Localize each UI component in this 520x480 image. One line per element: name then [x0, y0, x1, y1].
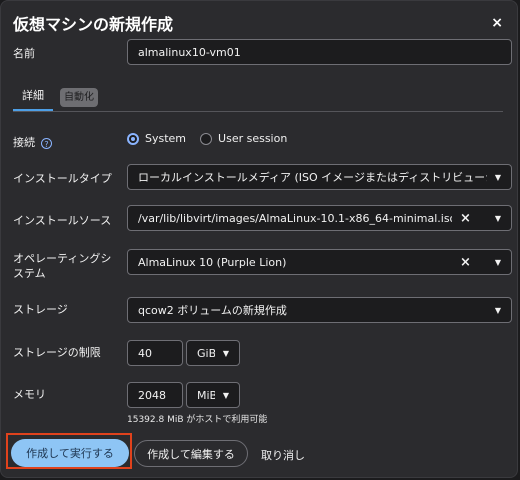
- install-type-value: ローカルインストールメディア (ISO イメージまたはディストリビューションイ…: [138, 171, 487, 184]
- memory-input[interactable]: 2048: [127, 382, 183, 408]
- tab-bar: 詳細 自動化: [13, 85, 503, 112]
- chevron-down-icon: ▼: [222, 348, 229, 358]
- os-value: AlmaLinux 10 (Purple Lion): [138, 255, 287, 269]
- close-icon[interactable]: ×: [491, 15, 503, 31]
- connection-label: 接続: [13, 136, 35, 149]
- memory-unit-select[interactable]: MiB ▼: [186, 382, 240, 408]
- storage-value: qcow2 ボリュームの新規作成: [138, 304, 287, 317]
- install-source-label: インストールソース: [13, 214, 112, 227]
- memory-label: メモリ: [13, 388, 46, 401]
- tab-automation[interactable]: 自動化: [60, 88, 98, 107]
- connection-label-group: 接続?: [13, 134, 52, 150]
- create-vm-dialog: 仮想マシンの新規作成 × 名前 almalinux10-vm01 詳細 自動化 …: [0, 0, 518, 478]
- name-input-value: almalinux10-vm01: [138, 45, 241, 59]
- storage-unit-value: GiB: [197, 346, 215, 360]
- storage-limit-input[interactable]: 40: [127, 340, 183, 366]
- chevron-down-icon: ▼: [494, 213, 501, 223]
- question-circle-icon[interactable]: ?: [41, 137, 52, 149]
- install-type-select[interactable]: ローカルインストールメディア (ISO イメージまたはディストリビューションイ……: [127, 164, 512, 190]
- dialog-title: 仮想マシンの新規作成: [13, 15, 174, 34]
- chevron-down-icon: ▼: [222, 390, 229, 400]
- storage-limit-label: ストレージの制限: [13, 346, 101, 359]
- storage-limit-value: 40: [138, 346, 152, 360]
- chevron-down-icon: ▼: [494, 172, 501, 182]
- os-label: オペレーティングシステム: [13, 252, 112, 280]
- storage-label: ストレージ: [13, 303, 68, 316]
- install-source-select[interactable]: /var/lib/libvirt/images/AlmaLinux-10.1-x…: [127, 205, 512, 231]
- radio-system[interactable]: [127, 132, 139, 145]
- memory-available-hint: 15392.8 MiB がホストで利用可能: [127, 415, 268, 425]
- connection-radio-group: System User session: [127, 132, 287, 145]
- clear-icon[interactable]: ×: [460, 255, 471, 270]
- radio-system-label[interactable]: System: [145, 132, 186, 145]
- name-label: 名前: [13, 47, 35, 60]
- clear-icon[interactable]: ×: [460, 211, 471, 226]
- tab-details[interactable]: 詳細: [13, 85, 53, 111]
- name-input[interactable]: almalinux10-vm01: [127, 39, 512, 65]
- cancel-button[interactable]: 取り消し: [261, 447, 305, 463]
- radio-user-session[interactable]: [200, 132, 213, 145]
- memory-value: 2048: [138, 388, 166, 402]
- chevron-down-icon: ▼: [494, 257, 501, 267]
- install-type-label: インストールタイプ: [13, 172, 112, 185]
- os-select[interactable]: AlmaLinux 10 (Purple Lion) × ▼: [127, 249, 512, 275]
- create-and-run-button[interactable]: 作成して実行する: [11, 439, 129, 467]
- create-and-edit-button[interactable]: 作成して編集する: [134, 440, 248, 467]
- chevron-down-icon: ▼: [494, 305, 501, 315]
- install-source-value: /var/lib/libvirt/images/AlmaLinux-10.1-x…: [138, 211, 452, 225]
- radio-user-session-label[interactable]: User session: [218, 132, 287, 145]
- storage-select[interactable]: qcow2 ボリュームの新規作成 ▼: [127, 297, 512, 323]
- memory-unit-value: MiB: [197, 388, 215, 402]
- storage-unit-select[interactable]: GiB ▼: [186, 340, 240, 366]
